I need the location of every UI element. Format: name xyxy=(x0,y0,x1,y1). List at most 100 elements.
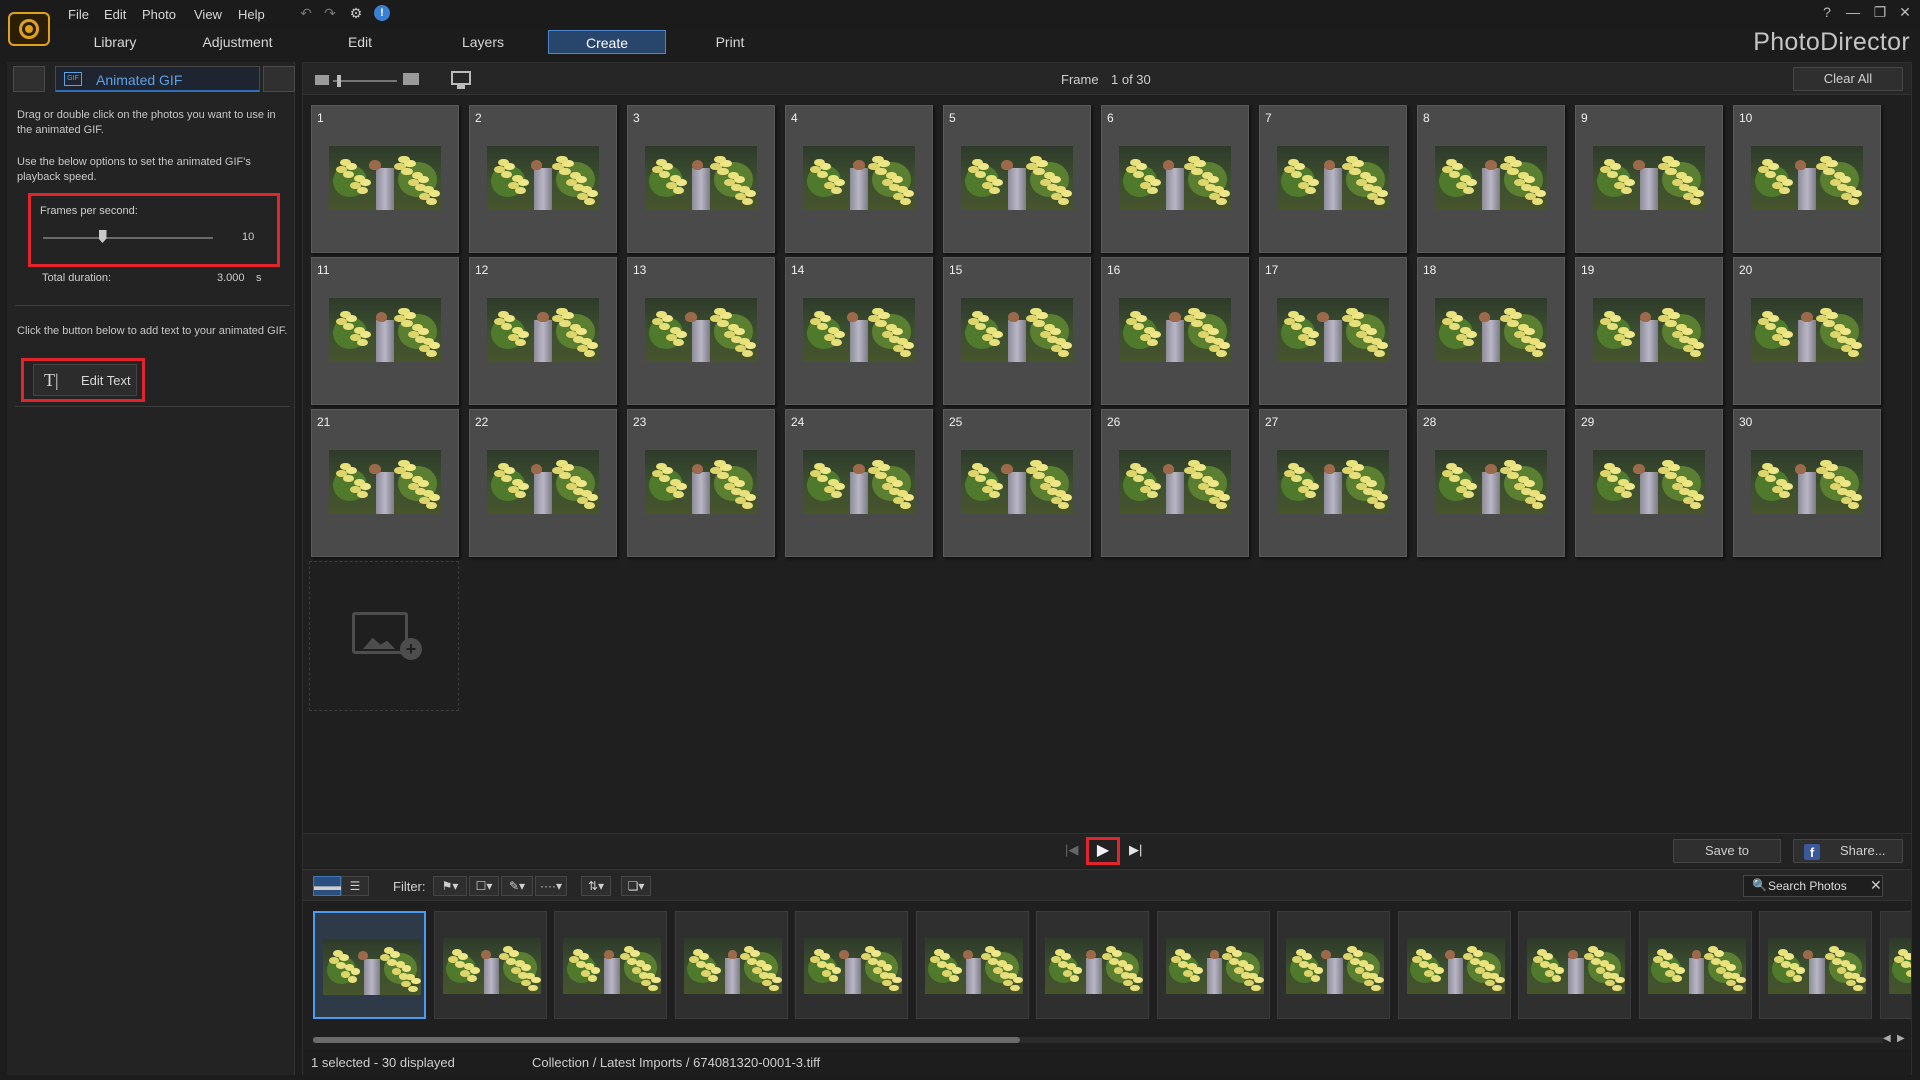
tab-animated-gif[interactable]: GIF Animated GIF xyxy=(55,66,260,92)
grid-view-button[interactable]: ▬▬▬ xyxy=(313,876,350,896)
gif-frame[interactable]: 24 xyxy=(785,409,933,557)
thumbnail-small-icon[interactable] xyxy=(315,75,329,85)
gif-frame[interactable]: 18 xyxy=(1417,257,1565,405)
help-icon[interactable]: ? xyxy=(1817,4,1837,20)
title-bar: File Edit Photo View Help ↶ ↷ ⚙ ! ? — ❐ … xyxy=(0,0,1920,46)
minimize-icon[interactable]: — xyxy=(1843,4,1863,20)
film-strip-scrollbar[interactable] xyxy=(313,1037,1883,1043)
flag-filter-dropdown[interactable]: ⚑▾ xyxy=(433,876,467,896)
photo-collage-tab-icon[interactable] xyxy=(263,66,295,92)
gif-frame[interactable]: 8 xyxy=(1417,105,1565,253)
gif-frame[interactable]: 17 xyxy=(1259,257,1407,405)
film-strip-photo[interactable] xyxy=(313,911,426,1019)
play-button[interactable]: ▶ xyxy=(1093,842,1113,860)
clear-all-button[interactable]: Clear All xyxy=(1793,67,1903,91)
gif-frame[interactable]: 29 xyxy=(1575,409,1723,557)
gif-frame[interactable]: 25 xyxy=(943,409,1091,557)
tab-library[interactable]: Library xyxy=(75,30,155,54)
film-strip-photo[interactable] xyxy=(1759,911,1872,1019)
add-frame-placeholder[interactable]: + xyxy=(309,561,459,711)
slideshow-tab-icon[interactable] xyxy=(13,66,45,92)
list-view-button[interactable]: ☰ xyxy=(341,876,369,896)
gif-frame[interactable]: 21 xyxy=(311,409,459,557)
clear-search-icon[interactable]: ✕ xyxy=(1870,877,1882,894)
gif-frame[interactable]: 20 xyxy=(1733,257,1881,405)
film-strip-photo[interactable] xyxy=(1036,911,1149,1019)
gif-frame[interactable]: 7 xyxy=(1259,105,1407,253)
scroll-right-icon[interactable]: ▶ xyxy=(1897,1033,1905,1044)
undo-icon[interactable]: ↶ xyxy=(298,5,314,21)
sort-dropdown[interactable]: ⇅▾ xyxy=(581,876,611,896)
gif-frame[interactable]: 9 xyxy=(1575,105,1723,253)
gif-frame[interactable]: 5 xyxy=(943,105,1091,253)
gif-frame[interactable]: 23 xyxy=(627,409,775,557)
gif-frame[interactable]: 3 xyxy=(627,105,775,253)
thumbnail-large-icon[interactable] xyxy=(403,73,419,85)
scrollbar-thumb[interactable] xyxy=(313,1037,1020,1043)
frame-number: 16 xyxy=(1107,263,1121,277)
film-strip-photo[interactable] xyxy=(674,911,788,1019)
thumbnail-size-handle[interactable] xyxy=(337,75,341,87)
film-strip-photo[interactable] xyxy=(1156,911,1270,1019)
film-strip-photo[interactable] xyxy=(1277,911,1390,1019)
update-notification-icon[interactable]: ! xyxy=(374,5,390,21)
share-button[interactable]: f Share... xyxy=(1793,839,1903,863)
gif-frame[interactable]: 6 xyxy=(1101,105,1249,253)
gif-frame[interactable]: 16 xyxy=(1101,257,1249,405)
gif-frame[interactable]: 28 xyxy=(1417,409,1565,557)
first-frame-button[interactable]: |◀ xyxy=(1065,843,1079,857)
gif-frame[interactable]: 19 xyxy=(1575,257,1723,405)
gif-frame[interactable]: 10 xyxy=(1733,105,1881,253)
frame-thumbnail xyxy=(803,146,915,210)
thumbnail-size-slider[interactable] xyxy=(333,80,397,82)
film-strip-photo[interactable] xyxy=(1397,911,1511,1019)
fps-slider-track[interactable] xyxy=(43,237,213,239)
tab-create[interactable]: Create xyxy=(548,30,666,54)
redo-icon[interactable]: ↷ xyxy=(322,5,338,21)
save-to-button[interactable]: Save to xyxy=(1673,839,1781,863)
frame-number: 30 xyxy=(1739,415,1753,429)
film-strip-photo[interactable] xyxy=(433,911,547,1019)
gif-frame[interactable]: 4 xyxy=(785,105,933,253)
display-monitor-icon[interactable] xyxy=(451,71,471,89)
stack-dropdown[interactable]: ❏▾ xyxy=(621,876,651,896)
more-filter-dropdown[interactable]: ····▾ xyxy=(535,876,567,896)
color-label-filter-dropdown[interactable]: ☐▾ xyxy=(469,876,499,896)
tab-print[interactable]: Print xyxy=(690,30,770,54)
film-strip-photo[interactable] xyxy=(554,911,667,1019)
search-box[interactable]: 🔍 ✕ xyxy=(1743,875,1883,897)
film-strip-photo[interactable] xyxy=(795,911,908,1019)
gif-frame[interactable]: 15 xyxy=(943,257,1091,405)
edit-status-filter-dropdown[interactable]: ✎▾ xyxy=(501,876,533,896)
film-strip-photo[interactable] xyxy=(915,911,1029,1019)
gif-frame[interactable]: 26 xyxy=(1101,409,1249,557)
menu-help[interactable]: Help xyxy=(238,7,265,22)
restore-icon[interactable]: ❐ xyxy=(1870,4,1890,21)
close-icon[interactable]: ✕ xyxy=(1895,4,1915,21)
menu-photo[interactable]: Photo xyxy=(142,7,176,22)
gif-frame[interactable]: 14 xyxy=(785,257,933,405)
last-frame-button[interactable]: ▶| xyxy=(1129,843,1145,857)
search-input[interactable] xyxy=(1768,877,1864,895)
gif-frame[interactable]: 22 xyxy=(469,409,617,557)
menu-view[interactable]: View xyxy=(194,7,222,22)
tab-edit[interactable]: Edit xyxy=(320,30,400,54)
app-logo-icon[interactable] xyxy=(8,12,50,46)
tab-layers[interactable]: Layers xyxy=(443,30,523,54)
edit-text-button[interactable]: T| Edit Text xyxy=(33,364,137,396)
gif-frame[interactable]: 2 xyxy=(469,105,617,253)
gif-frame[interactable]: 12 xyxy=(469,257,617,405)
tab-adjustment[interactable]: Adjustment xyxy=(190,30,285,54)
menu-edit[interactable]: Edit xyxy=(104,7,126,22)
gif-frame[interactable]: 13 xyxy=(627,257,775,405)
settings-gear-icon[interactable]: ⚙ xyxy=(348,5,364,21)
scroll-left-icon[interactable]: ◀ xyxy=(1883,1033,1891,1044)
film-strip-photo[interactable] xyxy=(1518,911,1631,1019)
gif-frame[interactable]: 11 xyxy=(311,257,459,405)
gif-frame[interactable]: 1 xyxy=(311,105,459,253)
film-strip-photo[interactable] xyxy=(1879,911,1911,1019)
gif-frame[interactable]: 27 xyxy=(1259,409,1407,557)
menu-file[interactable]: File xyxy=(68,7,89,22)
gif-frame[interactable]: 30 xyxy=(1733,409,1881,557)
film-strip-photo[interactable] xyxy=(1638,911,1752,1019)
